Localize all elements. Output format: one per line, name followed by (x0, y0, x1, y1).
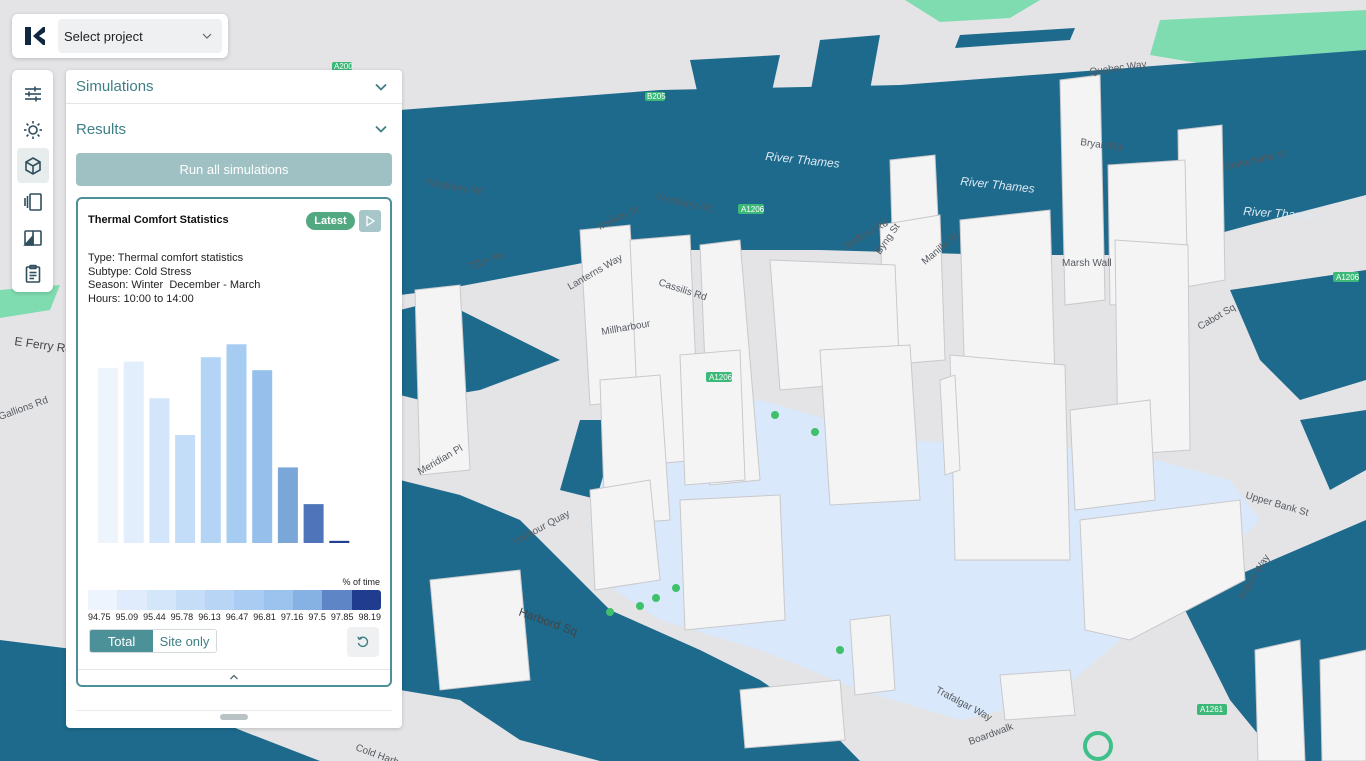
project-select-dropdown[interactable]: Select project (58, 19, 222, 53)
brand-logo-icon[interactable] (18, 19, 52, 53)
legend-swatch (205, 590, 235, 610)
svg-text:A1206: A1206 (709, 373, 733, 382)
histogram-chart (98, 344, 350, 543)
chevron-up-icon[interactable] (229, 673, 239, 681)
legend-tick-label: 95.44 (143, 612, 166, 622)
project-select-label: Select project (64, 28, 143, 44)
legend-swatch (146, 590, 176, 610)
legend-swatch (263, 590, 294, 610)
rail-button-settings[interactable] (17, 76, 49, 111)
legend-swatch (322, 590, 352, 610)
card-title: Thermal Comfort Statistics (88, 214, 229, 226)
results-section-title: Results (76, 120, 127, 138)
chevron-down-icon (375, 125, 387, 133)
legend-tick-label: 96.47 (225, 612, 249, 622)
result-metadata: Type: Thermal comfort statistics Subtype… (88, 252, 260, 307)
legend-swatch (117, 590, 147, 610)
histogram-bar (252, 370, 273, 543)
rail-button-model[interactable] (16, 148, 49, 183)
reset-button[interactable] (347, 627, 379, 657)
legend-tick-label: 94.75 (88, 612, 111, 622)
legend-swatch (175, 590, 206, 610)
chevron-down-icon (202, 33, 212, 39)
top-bar: Select project (12, 14, 228, 58)
rail-button-layers[interactable] (17, 184, 49, 219)
thermal-comfort-card: Thermal Comfort Statistics Latest Type: … (76, 197, 392, 687)
legend-swatch (88, 590, 118, 610)
play-button[interactable] (359, 210, 381, 232)
histogram-bar (175, 435, 196, 543)
histogram-bar (226, 344, 247, 543)
histogram-bar (303, 504, 324, 543)
subtype-line: Subtype: Cold Stress (88, 265, 192, 278)
hours-line: Hours: 10:00 to 14:00 (88, 293, 194, 306)
histogram-bar (98, 368, 118, 543)
run-all-simulations-button[interactable]: Run all simulations (76, 153, 392, 186)
histogram-bar (123, 361, 144, 543)
card-divider (78, 669, 390, 670)
season-line: Season: Winter December - March (88, 279, 261, 292)
results-section-header[interactable]: Results (66, 112, 402, 146)
panel-divider (76, 710, 392, 711)
play-icon (366, 215, 376, 227)
scope-toggle: Total Site only (89, 629, 217, 653)
legend-swatch (351, 590, 381, 610)
legend-tick-label: 97.85 (330, 612, 354, 622)
legend-swatch (293, 590, 323, 610)
legend-swatch (234, 590, 264, 610)
svg-text:A1261: A1261 (1200, 705, 1224, 714)
legend-tick-label: 97.5 (308, 612, 326, 622)
panel-resize-handle[interactable] (220, 714, 248, 720)
cube-icon (24, 156, 41, 175)
svg-text:A1206: A1206 (741, 205, 765, 214)
simulations-section-title: Simulations (76, 78, 154, 95)
legend-tick-label: 97.16 (280, 612, 304, 622)
legend-tick-label: 95.78 (170, 612, 194, 622)
sun-icon (23, 120, 42, 139)
legend-tick-label: 96.81 (253, 612, 276, 622)
svg-text:B205: B205 (647, 92, 666, 101)
toggle-total[interactable]: Total (90, 630, 153, 652)
map-label: Marsh Wall (1062, 258, 1112, 269)
tool-rail (12, 70, 53, 292)
results-panel: Simulations Results Run all simulations … (66, 70, 402, 728)
histogram-bar (200, 357, 221, 543)
legend-unit-label: % of time (342, 577, 380, 587)
simulations-section-header[interactable]: Simulations (66, 70, 402, 104)
rail-button-sun[interactable] (17, 112, 49, 147)
clipboard-icon (25, 264, 40, 283)
refresh-icon (357, 636, 369, 648)
svg-text:A1206: A1206 (1336, 273, 1360, 282)
histogram-bar (149, 398, 170, 543)
rail-button-report[interactable] (17, 256, 49, 291)
toggle-site-only[interactable]: Site only (153, 630, 216, 652)
legend-tick-label: 96.13 (198, 612, 221, 622)
histogram-bar (277, 467, 298, 543)
sliders-icon (24, 86, 41, 101)
color-legend (88, 590, 381, 610)
type-line: Type: Thermal comfort statistics (88, 252, 244, 264)
histogram-bar (329, 540, 350, 543)
legend-tick-label: 95.09 (115, 612, 139, 622)
legend-tick-label: 98.19 (358, 612, 381, 622)
layers-icon (23, 192, 42, 211)
legend-ticks: 94.75 95.09 95.44 95.78 96.13 96.47 96.81 97.16… (88, 612, 381, 622)
compare-icon (22, 229, 42, 246)
latest-badge: Latest (306, 212, 355, 230)
rail-button-compare[interactable] (17, 220, 49, 255)
chevron-down-icon (375, 83, 387, 91)
